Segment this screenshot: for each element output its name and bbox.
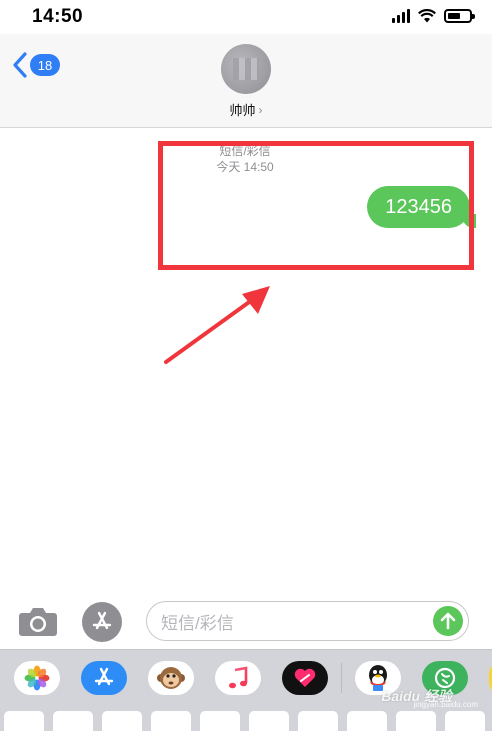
camera-icon[interactable] xyxy=(18,605,58,637)
send-button[interactable] xyxy=(433,606,463,636)
annotation-arrow-icon xyxy=(164,286,270,364)
animoji-app[interactable] xyxy=(148,661,194,695)
keyboard-key[interactable] xyxy=(151,711,191,731)
arrow-up-icon xyxy=(440,612,456,630)
keyboard-key[interactable] xyxy=(200,711,240,731)
keyboard-key[interactable] xyxy=(298,711,338,731)
wifi-icon xyxy=(418,9,436,23)
chevron-right-icon: › xyxy=(258,102,263,117)
app-store-icon xyxy=(94,667,114,686)
imessage-app-strip: Baidu 经验 jingyan.baidu.com xyxy=(0,649,492,731)
music-note-icon xyxy=(229,666,248,689)
outgoing-message-bubble[interactable]: 123456 xyxy=(367,186,476,228)
messages-screen: 14:50 18 帅帅 › 短信/彩信 今天 14:50 123456 短信/彩… xyxy=(0,0,492,731)
contact-name: 帅帅 › xyxy=(229,100,262,119)
digital-touch-app[interactable] xyxy=(282,661,328,695)
conversation-header: 18 帅帅 › xyxy=(0,34,492,128)
cellular-signal-icon xyxy=(392,9,410,23)
app-drawer-button[interactable] xyxy=(82,602,122,642)
keyboard-key[interactable] xyxy=(347,711,387,731)
digital-touch-heart-icon xyxy=(294,668,316,687)
keyboard-key[interactable] xyxy=(445,711,485,731)
app-store-icon xyxy=(92,611,112,630)
photos-app[interactable] xyxy=(14,661,60,695)
contact-header[interactable]: 帅帅 › xyxy=(0,44,492,119)
status-time: 14:50 xyxy=(32,6,84,27)
message-meta: 短信/彩信 今天 14:50 xyxy=(190,143,300,175)
message-timestamp: 今天 14:50 xyxy=(216,160,274,174)
service-label: 短信/彩信 xyxy=(219,144,271,158)
keyboard-key[interactable] xyxy=(249,711,289,731)
keyboard-key[interactable] xyxy=(396,711,436,731)
app-strip-divider xyxy=(341,663,342,693)
monkey-animoji-icon xyxy=(157,667,185,689)
message-input-placeholder: 短信/彩信 xyxy=(161,613,234,633)
contact-name-label: 帅帅 xyxy=(229,103,256,118)
app-store-app[interactable] xyxy=(81,661,127,695)
music-app[interactable] xyxy=(215,661,261,695)
compose-bar: 短信/彩信 xyxy=(0,595,492,649)
watermark-url: jingyan.baidu.com xyxy=(413,700,478,709)
keyboard-key[interactable] xyxy=(53,711,93,731)
keyboard-top-row xyxy=(0,711,492,731)
status-bar: 14:50 xyxy=(0,0,492,34)
status-icons xyxy=(392,9,475,23)
battery-icon xyxy=(444,9,475,23)
message-input[interactable]: 短信/彩信 xyxy=(146,601,469,641)
keyboard-key[interactable] xyxy=(4,711,44,731)
avatar xyxy=(221,44,271,94)
photos-icon xyxy=(24,665,50,691)
keyboard-key[interactable] xyxy=(102,711,142,731)
